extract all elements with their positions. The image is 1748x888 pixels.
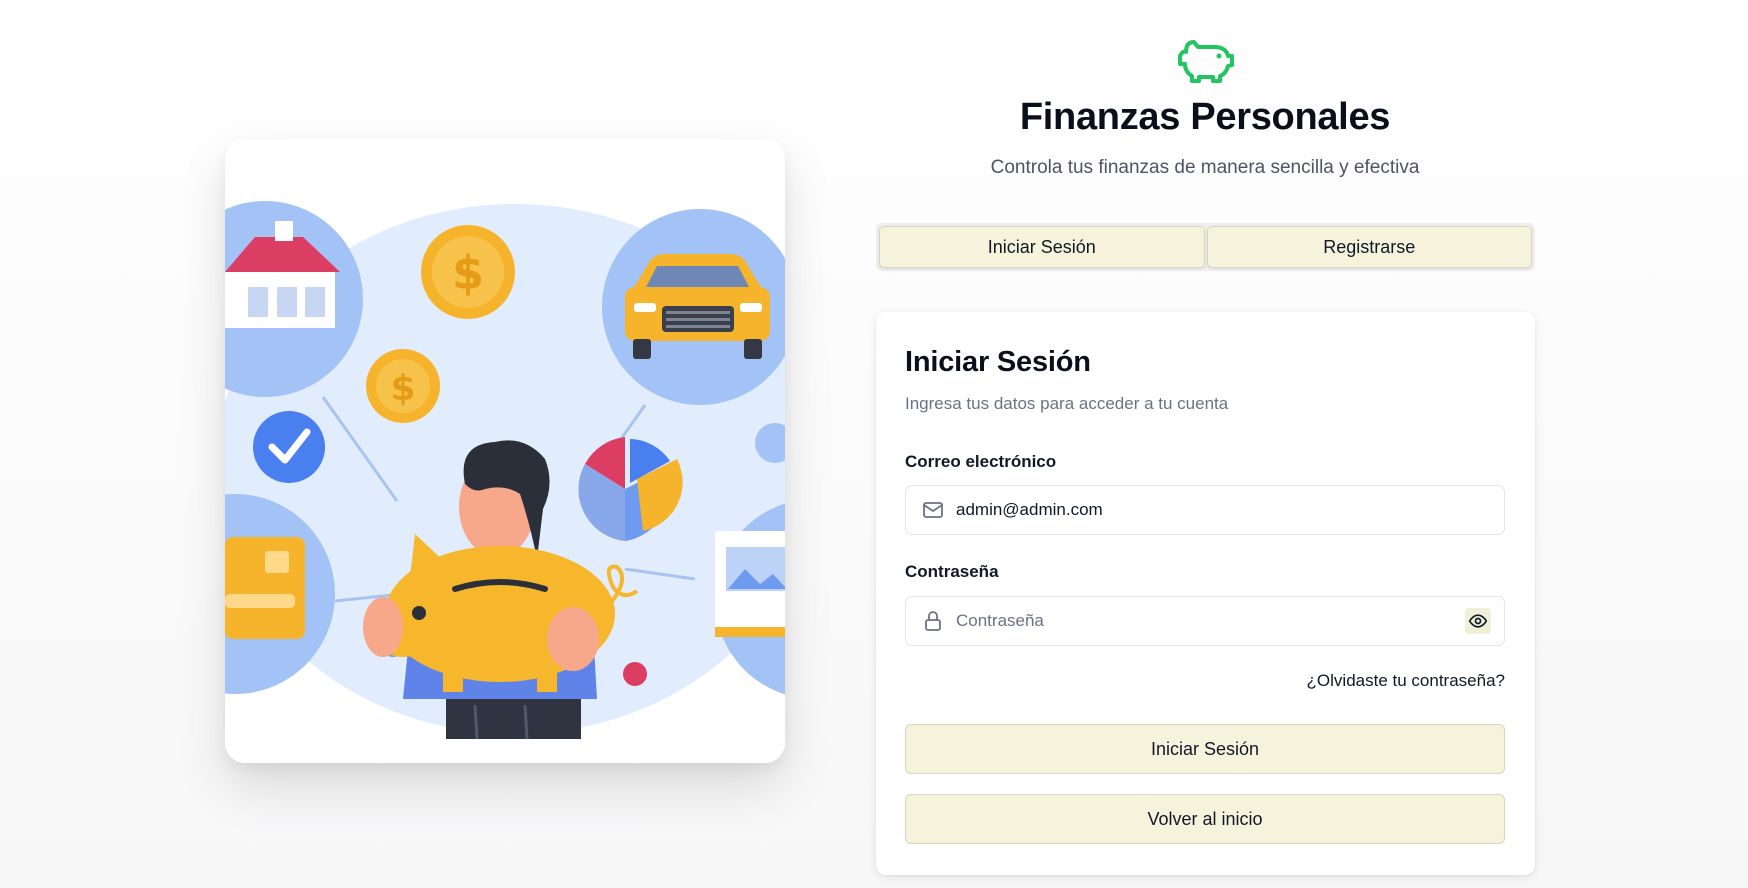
login-card: Iniciar Sesión Ingresa tus datos para ac… — [876, 312, 1535, 875]
login-title: Iniciar Sesión — [905, 346, 1091, 378]
forgot-password-link[interactable]: ¿Olvidaste tu contraseña? — [1307, 671, 1505, 691]
password-label: Contraseña — [905, 562, 999, 581]
auth-tabs: Iniciar Sesión Registrarse — [876, 223, 1535, 271]
password-field-wrapper — [905, 596, 1505, 646]
login-description: Ingresa tus datos para acceder a tu cuen… — [905, 394, 1229, 413]
email-field-wrapper — [905, 485, 1505, 535]
check-icon — [253, 411, 325, 483]
email-field[interactable] — [956, 500, 1504, 520]
eye-icon[interactable] — [1465, 608, 1491, 634]
finance-illustration: $ $ — [225, 139, 785, 763]
svg-text:$: $ — [452, 246, 484, 300]
app-subtitle: Controla tus finanzas de manera sencilla… — [990, 157, 1420, 178]
coin-icon: $ — [421, 225, 515, 319]
tab-login[interactable]: Iniciar Sesión — [879, 226, 1205, 268]
email-label: Correo electrónico — [905, 452, 1057, 471]
svg-text:$: $ — [390, 368, 415, 409]
illustration-card: $ $ — [225, 139, 785, 763]
coin-icon: $ — [366, 349, 440, 423]
piggy-bank-icon — [1174, 34, 1236, 84]
back-home-button[interactable]: Volver al inicio — [905, 794, 1505, 844]
tab-register[interactable]: Registrarse — [1206, 226, 1532, 268]
app-title: Finanzas Personales — [1019, 96, 1391, 138]
login-button[interactable]: Iniciar Sesión — [905, 724, 1505, 774]
mail-icon — [921, 498, 945, 522]
lock-icon — [921, 609, 945, 633]
password-field[interactable] — [956, 611, 1465, 631]
